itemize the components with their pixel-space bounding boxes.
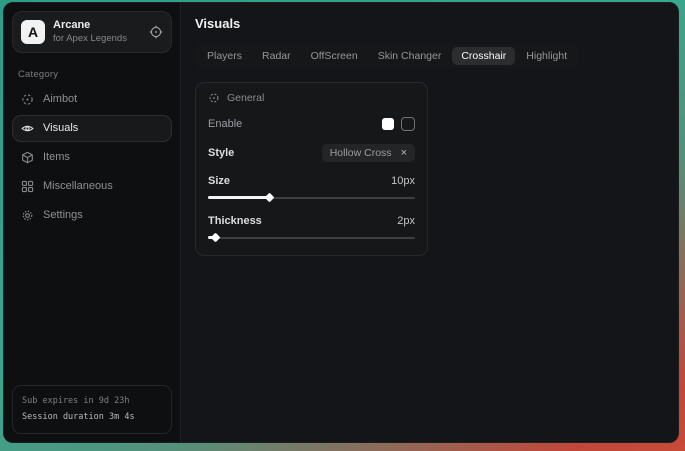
color-swatch[interactable] bbox=[382, 118, 394, 130]
visuals-tabbar: Players Radar OffScreen Skin Changer Cro… bbox=[195, 44, 579, 68]
sidebar-item-label: Aimbot bbox=[43, 93, 77, 105]
grid-icon bbox=[21, 180, 34, 193]
sidebar: A Arcane for Apex Legends Category bbox=[4, 3, 181, 442]
tab-radar[interactable]: Radar bbox=[253, 47, 300, 65]
gear-icon bbox=[21, 209, 34, 222]
close-icon[interactable]: × bbox=[401, 148, 407, 159]
category-label: Category bbox=[18, 69, 172, 80]
enable-checkbox[interactable] bbox=[401, 117, 415, 131]
sidebar-spacer bbox=[12, 229, 172, 386]
size-row: Size 10px bbox=[208, 175, 415, 187]
tab-offscreen[interactable]: OffScreen bbox=[302, 47, 367, 65]
tab-players[interactable]: Players bbox=[198, 47, 251, 65]
sidebar-item-label: Miscellaneous bbox=[43, 180, 113, 192]
box-icon bbox=[21, 151, 34, 164]
subscription-card: Sub expires in 9d 23h Session duration 3… bbox=[12, 385, 172, 434]
app-logo: A bbox=[21, 20, 45, 44]
sidebar-item-label: Items bbox=[43, 151, 70, 163]
thickness-value: 2px bbox=[397, 215, 415, 227]
thickness-slider[interactable] bbox=[208, 233, 415, 242]
sidebar-item-aimbot[interactable]: Aimbot bbox=[12, 86, 172, 113]
slider-thumb[interactable] bbox=[211, 233, 221, 243]
sidebar-item-settings[interactable]: Settings bbox=[12, 202, 172, 229]
app-window: A Arcane for Apex Legends Category bbox=[3, 2, 679, 443]
slider-thumb[interactable] bbox=[265, 193, 275, 203]
app-name: Arcane bbox=[53, 19, 141, 33]
page-title: Visuals bbox=[195, 16, 664, 31]
general-card-title: General bbox=[227, 92, 264, 104]
scope-icon[interactable] bbox=[149, 25, 163, 39]
app-subtitle: for Apex Legends bbox=[53, 33, 141, 45]
slider-track bbox=[208, 237, 415, 239]
general-card: General Enable Style Hollow Cross × Size bbox=[195, 82, 428, 256]
general-card-header: General bbox=[208, 92, 415, 104]
slider-fill bbox=[208, 196, 270, 199]
sub-expires-text: Sub expires in 9d 23h bbox=[22, 394, 162, 409]
size-section: Size 10px bbox=[208, 175, 415, 202]
size-label: Size bbox=[208, 175, 230, 187]
thickness-row: Thickness 2px bbox=[208, 215, 415, 227]
sidebar-item-miscellaneous[interactable]: Miscellaneous bbox=[12, 173, 172, 200]
style-select[interactable]: Hollow Cross × bbox=[322, 144, 415, 162]
style-value: Hollow Cross bbox=[330, 147, 392, 159]
tab-highlight[interactable]: Highlight bbox=[517, 47, 576, 65]
thickness-label: Thickness bbox=[208, 215, 262, 227]
brand-card: A Arcane for Apex Legends bbox=[12, 11, 172, 53]
enable-controls bbox=[382, 117, 415, 131]
style-label: Style bbox=[208, 147, 234, 159]
enable-row: Enable bbox=[208, 117, 415, 131]
tab-skin-changer[interactable]: Skin Changer bbox=[369, 47, 451, 65]
thickness-section: Thickness 2px bbox=[208, 215, 415, 242]
sidebar-item-label: Visuals bbox=[43, 122, 78, 134]
main-panel: Visuals Players Radar OffScreen Skin Cha… bbox=[181, 3, 678, 442]
sidebar-nav: Aimbot Visuals Items bbox=[12, 86, 172, 229]
sidebar-item-items[interactable]: Items bbox=[12, 144, 172, 171]
eye-icon bbox=[21, 122, 34, 135]
enable-label: Enable bbox=[208, 118, 242, 130]
session-duration-text: Session duration 3m 4s bbox=[22, 410, 162, 425]
target-icon bbox=[208, 92, 220, 104]
sidebar-item-visuals[interactable]: Visuals bbox=[12, 115, 172, 142]
style-row: Style Hollow Cross × bbox=[208, 144, 415, 162]
tab-crosshair[interactable]: Crosshair bbox=[452, 47, 515, 65]
size-slider[interactable] bbox=[208, 193, 415, 202]
size-value: 10px bbox=[391, 175, 415, 187]
sidebar-item-label: Settings bbox=[43, 209, 83, 221]
crosshair-icon bbox=[21, 93, 34, 106]
brand-text: Arcane for Apex Legends bbox=[53, 19, 141, 45]
